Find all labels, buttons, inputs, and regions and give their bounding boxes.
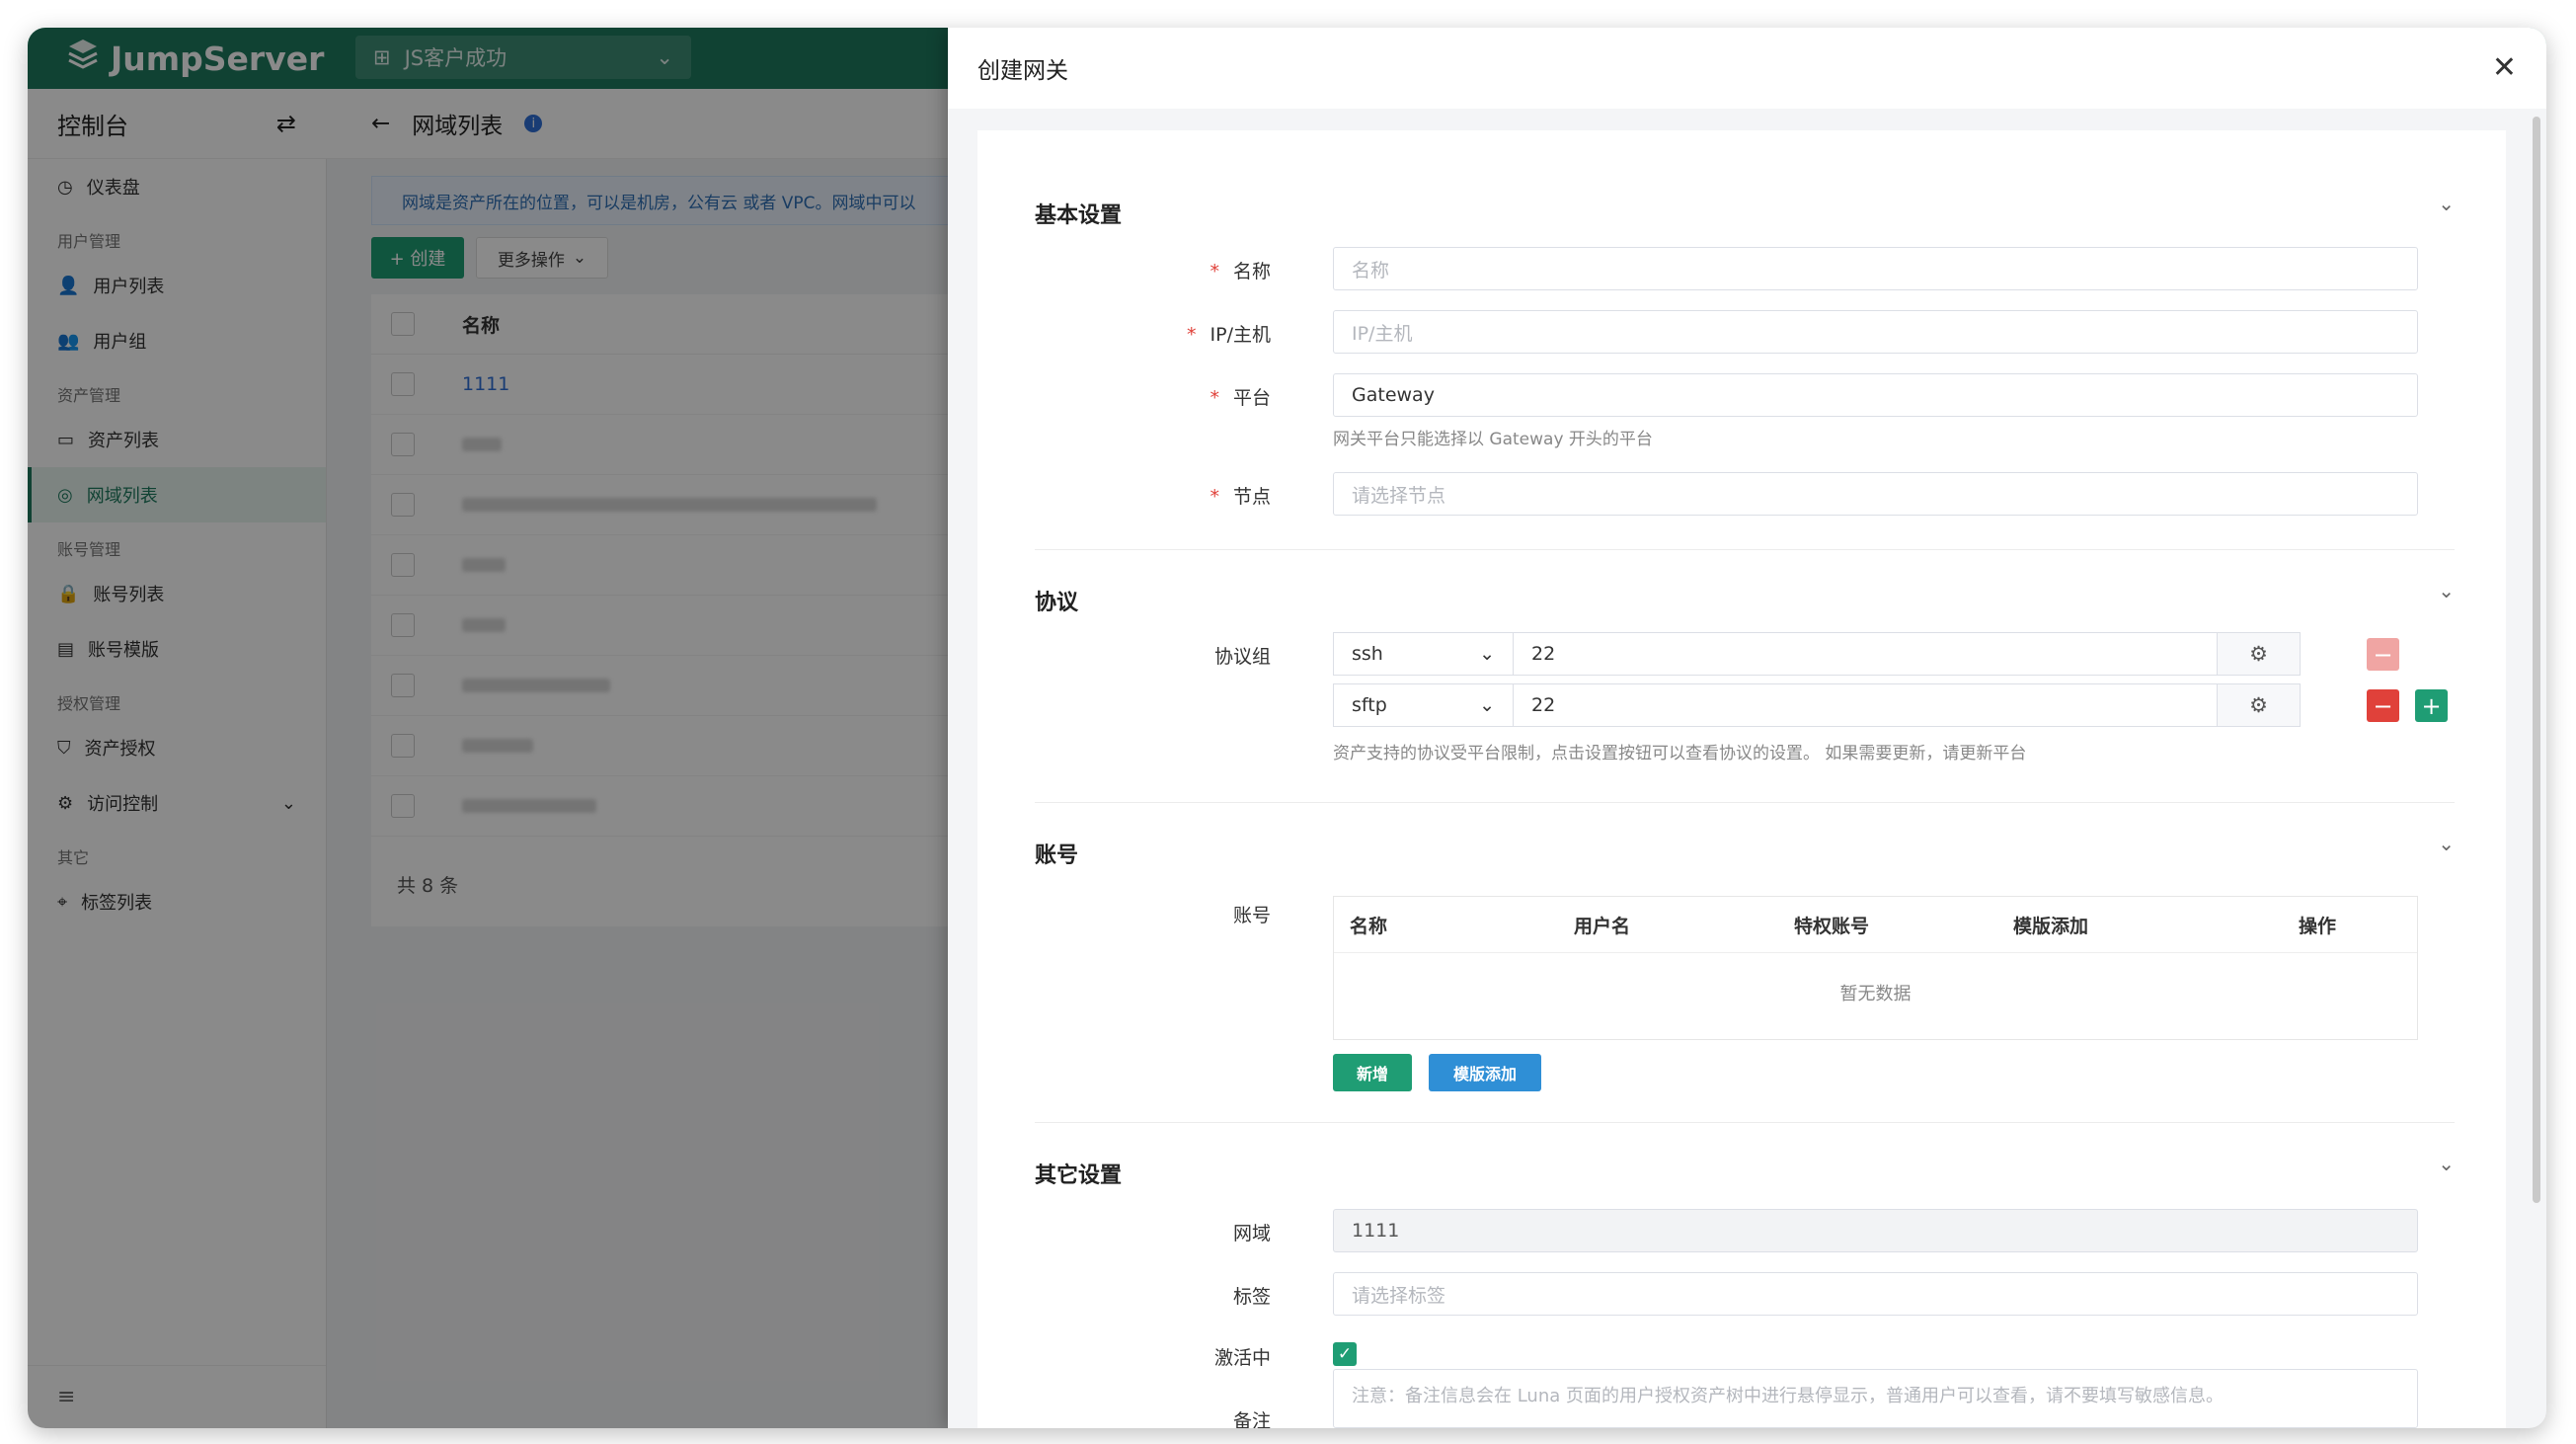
section-account-title: 账号	[1035, 843, 1079, 868]
protocol-name: sftp	[1352, 694, 1387, 716]
domain-label: 网域	[1232, 1223, 1271, 1244]
chevron-down-icon[interactable]: ⌄	[2438, 579, 2455, 602]
chevron-down-icon[interactable]: ⌄	[2438, 1152, 2455, 1175]
node-label: * 节点	[1210, 486, 1271, 508]
create-gateway-drawer: 创建网关 ✕ 基本设置 ⌄ * 名称 名称 * IP/主机 IP/主机 * 平台 Ga…	[948, 28, 2546, 1428]
template-add-button[interactable]: 模版添加	[1429, 1054, 1541, 1091]
chevron-down-icon: ⌄	[1479, 643, 1495, 665]
column-header: 模版添加	[2013, 915, 2089, 937]
account-table-header: 名称 用户名 特权账号 模版添加 操作	[1334, 897, 2417, 953]
protocol-port-input[interactable]: 22	[1513, 632, 2218, 676]
tag-label: 标签	[1232, 1286, 1271, 1308]
comment-label: 备注	[1232, 1410, 1271, 1428]
empty-text: 暂无数据	[1839, 984, 1912, 1004]
protocol-row: ssh ⌄ 22 ⚙	[1333, 632, 2301, 676]
ip-label-text: IP/主机	[1210, 324, 1271, 346]
ip-input[interactable]: IP/主机	[1333, 310, 2418, 354]
drawer-form: 基本设置 ⌄ * 名称 名称 * IP/主机 IP/主机 * 平台 Gateway 网…	[977, 130, 2506, 1428]
remove-protocol-button[interactable]: −	[2367, 689, 2399, 722]
protocol-row: sftp ⌄ 22 ⚙	[1333, 683, 2301, 727]
app-window: JumpServer ⊞ JS客户成功 ⌄ 控制台 ⇄ ◷ 仪表盘 用户管理 👤…	[28, 28, 2546, 1428]
gear-icon[interactable]: ⚙	[2218, 632, 2301, 676]
protocol-port-input[interactable]: 22	[1513, 683, 2218, 727]
name-label: * 名称	[1210, 261, 1271, 282]
section-basic-title: 基本设置	[1035, 203, 1123, 228]
protocol-select[interactable]: ssh ⌄	[1333, 632, 1513, 676]
divider	[1035, 549, 2455, 550]
column-header: 名称	[1350, 915, 1388, 937]
comment-textarea[interactable]: 注意：备注信息会在 Luna 页面的用户授权资产树中进行悬停显示，普通用户可以查…	[1333, 1369, 2418, 1428]
domain-input: 1111	[1333, 1209, 2418, 1252]
column-header: 操作	[2299, 915, 2337, 937]
column-header: 特权账号	[1794, 915, 1870, 937]
name-label-text: 名称	[1232, 261, 1271, 282]
scrollbar[interactable]	[2533, 117, 2540, 1203]
section-protocol-title: 协议	[1035, 591, 1079, 615]
column-header: 用户名	[1574, 915, 1631, 937]
tag-select[interactable]: 请选择标签	[1333, 1272, 2418, 1316]
drawer-header: 创建网关 ✕	[948, 28, 2546, 109]
section-other-title: 其它设置	[1035, 1163, 1123, 1188]
divider	[1035, 1122, 2455, 1123]
account-table: 名称 用户名 特权账号 模版添加 操作 暂无数据	[1333, 896, 2418, 1040]
add-account-button[interactable]: 新增	[1333, 1054, 1412, 1091]
protocol-name: ssh	[1352, 643, 1383, 665]
protocol-group-label: 协议组	[1213, 646, 1271, 668]
protocol-select[interactable]: sftp ⌄	[1333, 683, 1513, 727]
active-checkbox[interactable]: ✓	[1333, 1342, 1357, 1366]
drawer-title: 创建网关	[977, 58, 1068, 84]
divider	[1035, 802, 2455, 803]
protocol-hint: 资产支持的协议受平台限制，点击设置按钮可以查看协议的设置。 如果需要更新，请更新…	[1333, 744, 2027, 763]
modal-overlay[interactable]	[28, 28, 976, 1428]
ip-label: * IP/主机	[1187, 324, 1271, 346]
close-icon[interactable]: ✕	[2492, 53, 2517, 83]
node-label-text: 节点	[1232, 486, 1271, 508]
chevron-down-icon: ⌄	[1479, 694, 1495, 716]
account-label: 账号	[1232, 905, 1271, 926]
chevron-down-icon[interactable]: ⌄	[2438, 832, 2455, 855]
platform-hint: 网关平台只能选择以 Gateway 开头的平台	[1333, 430, 1653, 449]
active-label: 激活中	[1213, 1347, 1271, 1369]
name-input[interactable]: 名称	[1333, 247, 2418, 290]
chevron-down-icon[interactable]: ⌄	[2438, 192, 2455, 215]
node-select[interactable]: 请选择节点	[1333, 472, 2418, 516]
platform-label: * 平台	[1210, 387, 1271, 409]
add-protocol-button[interactable]: +	[2415, 689, 2448, 722]
gear-icon[interactable]: ⚙	[2218, 683, 2301, 727]
platform-select[interactable]: Gateway	[1333, 373, 2418, 417]
remove-protocol-button[interactable]: −	[2367, 638, 2399, 671]
platform-label-text: 平台	[1232, 387, 1271, 409]
